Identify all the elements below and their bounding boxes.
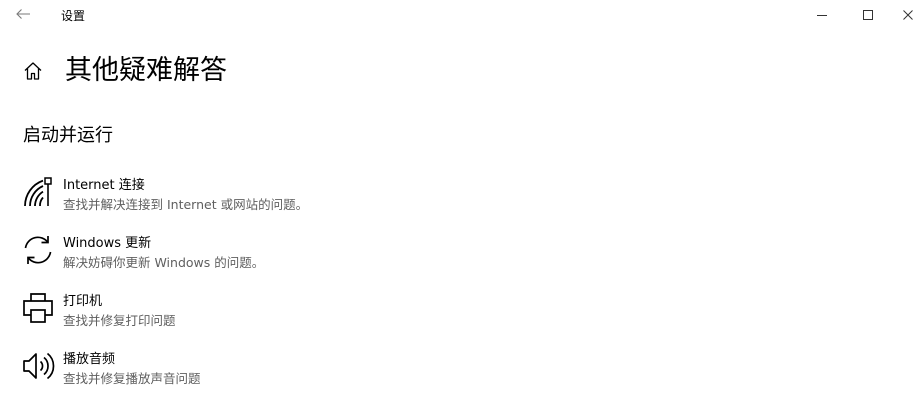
troubleshooter-description: 查找并修复播放声音问题 bbox=[63, 371, 201, 386]
minimize-icon bbox=[817, 15, 827, 16]
sync-icon bbox=[20, 232, 56, 268]
close-icon bbox=[902, 10, 913, 20]
wifi-icon bbox=[20, 174, 56, 210]
page-title: 其他疑难解答 bbox=[65, 55, 227, 86]
close-button[interactable] bbox=[891, 0, 924, 30]
back-arrow-icon bbox=[16, 9, 30, 19]
app-title: 设置 bbox=[61, 9, 86, 23]
troubleshooter-name: Internet 连接 bbox=[63, 178, 145, 193]
minimize-button[interactable] bbox=[799, 0, 845, 30]
maximize-button[interactable] bbox=[845, 0, 891, 30]
printer-icon bbox=[20, 290, 56, 326]
troubleshooter-windows-update[interactable]: Windows 更新 解决妨碍你更新 Windows 的问题。 bbox=[20, 228, 900, 286]
speaker-icon bbox=[20, 348, 56, 384]
page-header: 其他疑难解答 bbox=[20, 54, 227, 88]
troubleshooter-list: Internet 连接 查找并解决连接到 Internet 或网站的问题。 Wi… bbox=[20, 170, 900, 402]
troubleshooter-description: 查找并修复打印问题 bbox=[63, 313, 176, 328]
home-button[interactable] bbox=[20, 58, 46, 84]
troubleshooter-text: 打印机 查找并修复打印问题 bbox=[63, 293, 176, 329]
troubleshooter-description: 解决妨碍你更新 Windows 的问题。 bbox=[63, 255, 265, 270]
troubleshooter-text: Internet 连接 查找并解决连接到 Internet 或网站的问题。 bbox=[63, 177, 308, 213]
home-icon bbox=[24, 62, 42, 80]
title-bar: 设置 bbox=[0, 0, 924, 30]
troubleshooter-text: 播放音频 查找并修复播放声音问题 bbox=[63, 351, 201, 387]
troubleshooter-internet[interactable]: Internet 连接 查找并解决连接到 Internet 或网站的问题。 bbox=[20, 170, 900, 228]
troubleshooter-name: 打印机 bbox=[63, 294, 103, 309]
troubleshooter-name: Windows 更新 bbox=[63, 236, 152, 251]
troubleshooter-printer[interactable]: 打印机 查找并修复打印问题 bbox=[20, 286, 900, 344]
troubleshooter-text: Windows 更新 解决妨碍你更新 Windows 的问题。 bbox=[63, 235, 264, 271]
maximize-icon bbox=[863, 10, 873, 20]
troubleshooter-audio[interactable]: 播放音频 查找并修复播放声音问题 bbox=[20, 344, 900, 402]
troubleshooter-name: 播放音频 bbox=[63, 352, 116, 367]
troubleshooter-description: 查找并解决连接到 Internet 或网站的问题。 bbox=[63, 197, 309, 212]
section-title: 启动并运行 bbox=[23, 125, 113, 146]
back-button[interactable] bbox=[10, 3, 36, 25]
